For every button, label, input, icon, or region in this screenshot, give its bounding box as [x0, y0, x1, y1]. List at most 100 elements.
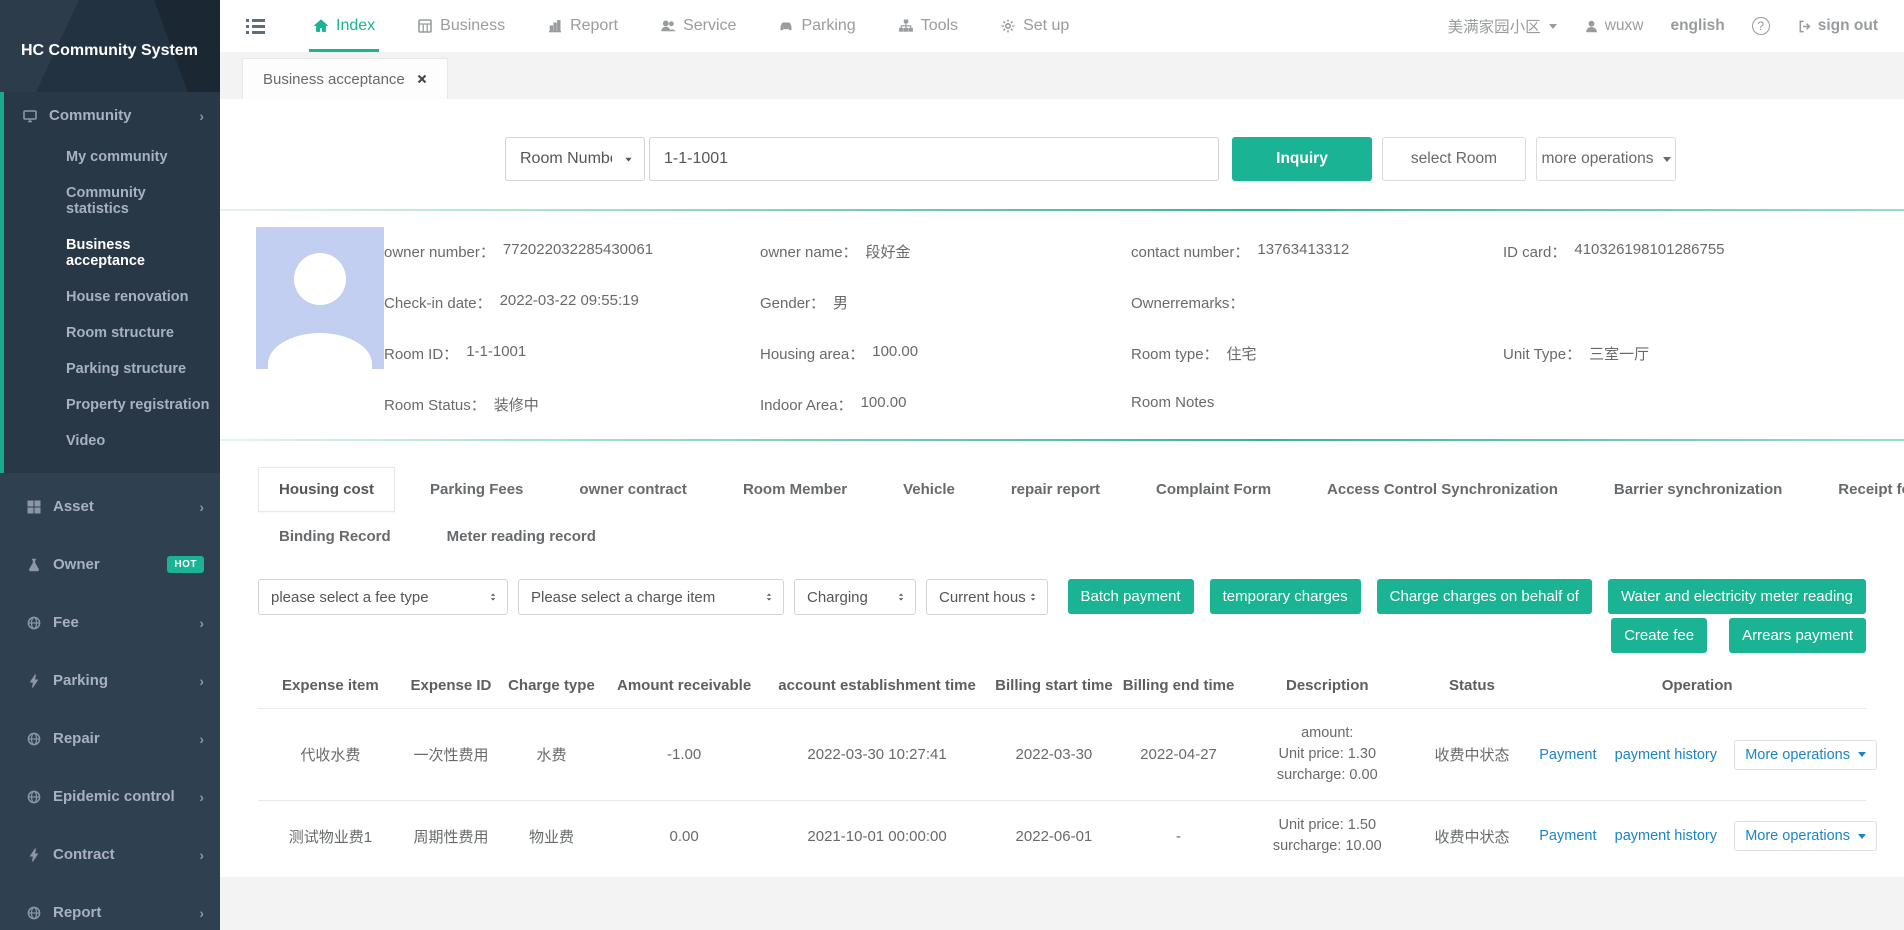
sidebar-item-house-renovation[interactable]: House renovation [4, 279, 220, 315]
charge-on-behalf-button[interactable]: Charge charges on behalf of [1377, 579, 1592, 614]
sidebar-group-repair[interactable]: Repair › [4, 714, 220, 763]
nav-item-business[interactable]: Business [417, 0, 505, 52]
cell-account-time: 2022-03-30 10:27:41 [765, 709, 990, 801]
tab-repair-report[interactable]: repair report [990, 467, 1121, 512]
field-id-card: ID card：410326198101286755 [1503, 241, 1904, 262]
tab-binding-record[interactable]: Binding Record [258, 514, 412, 559]
charging-select[interactable]: Charging [794, 579, 916, 615]
sidebar-section-epidemic: Epidemic control › [0, 772, 220, 821]
sidebar-item-my-community[interactable]: My community [4, 139, 220, 175]
flask-icon [26, 557, 42, 573]
chevron-right-icon: › [199, 789, 204, 805]
nav-item-parking[interactable]: Parking [778, 0, 855, 52]
create-fee-button[interactable]: Create fee [1611, 618, 1707, 653]
payment-link[interactable]: Payment [1539, 828, 1596, 844]
cell-charge-type: 物业费 [499, 801, 604, 872]
top-nav-items: Index Business Report Service Parking [313, 0, 1069, 52]
users-icon [660, 18, 676, 34]
search-category-select[interactable]: Room Number [505, 137, 645, 181]
field-owner-remarks: Ownerremarks： [1131, 292, 1503, 313]
sidebar-item-community-statistics[interactable]: Community statistics [4, 175, 220, 227]
row-more-operations-button[interactable]: More operations [1734, 821, 1877, 851]
sidebar-item-video[interactable]: Video [4, 423, 220, 459]
sidebar-item-business-acceptance[interactable]: Business acceptance [4, 227, 220, 279]
close-icon[interactable] [417, 74, 427, 84]
tab-vehicle[interactable]: Vehicle [882, 467, 976, 512]
sidebar-group-community[interactable]: Community › [4, 92, 220, 139]
row-more-operations-button[interactable]: More operations [1734, 740, 1877, 770]
sidebar-group-contract[interactable]: Contract › [4, 830, 220, 879]
sidebar-item-property-registration[interactable]: Property registration [4, 387, 220, 423]
cell-status: 收费中状态 [1416, 801, 1529, 872]
select-room-button[interactable]: select Room [1382, 137, 1526, 181]
tab-barrier-sync[interactable]: Barrier synchronization [1593, 467, 1803, 512]
sidebar-group-label: Community [49, 107, 132, 124]
col-expense-item: Expense item [258, 669, 403, 709]
cell-expense-id: 周期性费用 [403, 801, 499, 872]
content-panel: Room Number Inquiry select Room more ope… [220, 99, 1904, 877]
tab-room-member[interactable]: Room Member [722, 467, 868, 512]
cell-description: amount: Unit price: 1.30 surcharge: 0.00 [1239, 709, 1416, 801]
tab-housing-cost[interactable]: Housing cost [258, 467, 395, 512]
community-selector[interactable]: 美满家园小区 [1448, 15, 1557, 37]
bolt-icon [26, 847, 42, 863]
language-toggle[interactable]: english [1670, 17, 1724, 35]
charge-item-select[interactable]: Please select a charge item [518, 579, 784, 615]
more-operations-dropdown[interactable]: more operations [1536, 137, 1676, 181]
sidebar-group-label: Repair [53, 730, 100, 747]
payment-history-link[interactable]: payment history [1615, 828, 1717, 844]
detail-tabs-row-1: Housing cost Parking Fees owner contract… [258, 467, 1904, 512]
car-icon [778, 18, 794, 34]
tab-receipt-reprinting[interactable]: Receipt for reprinting [1817, 467, 1904, 512]
section-divider [220, 439, 1904, 441]
nav-item-service[interactable]: Service [660, 0, 736, 52]
payment-link[interactable]: Payment [1539, 747, 1596, 763]
detail-tabs-row-2: Binding Record Meter reading record [258, 514, 1904, 559]
sidebar-group-owner[interactable]: Owner HOT [4, 540, 220, 589]
sidebar-item-parking-structure[interactable]: Parking structure [4, 351, 220, 387]
arrears-payment-button[interactable]: Arrears payment [1729, 618, 1866, 653]
meter-reading-button[interactable]: Water and electricity meter reading [1608, 579, 1866, 614]
updown-icon [487, 591, 499, 603]
user-menu[interactable]: wuxw [1584, 17, 1644, 35]
payment-history-link[interactable]: payment history [1615, 747, 1717, 763]
col-expense-id: Expense ID [403, 669, 499, 709]
sidebar-group-parking[interactable]: Parking › [4, 656, 220, 705]
bolt-icon [26, 673, 42, 689]
table-header-row: Expense item Expense ID Charge type Amou… [258, 669, 1866, 709]
nav-item-set-up[interactable]: Set up [1000, 0, 1069, 52]
tab-complaint-form[interactable]: Complaint Form [1135, 467, 1292, 512]
tab-parking-fees[interactable]: Parking Fees [409, 467, 544, 512]
hot-badge: HOT [167, 556, 204, 573]
tab-meter-reading-record[interactable]: Meter reading record [426, 514, 617, 559]
fee-filter-bar: please select a fee type Please select a… [258, 579, 1866, 653]
cell-billing-start: 2022-03-30 [990, 709, 1119, 801]
temporary-charges-button[interactable]: temporary charges [1210, 579, 1361, 614]
nav-item-index[interactable]: Index [313, 0, 375, 52]
house-select[interactable]: Current house [926, 579, 1048, 615]
sidebar-item-room-structure[interactable]: Room structure [4, 315, 220, 351]
updown-icon [1027, 591, 1039, 603]
tab-access-control-sync[interactable]: Access Control Synchronization [1306, 467, 1579, 512]
signout-button[interactable]: sign out [1797, 17, 1878, 35]
globe-icon [26, 789, 42, 805]
sidebar-section-repair: Repair › [0, 714, 220, 763]
app-title: HC Community System [0, 0, 220, 92]
tab-business-acceptance[interactable]: Business acceptance [242, 58, 448, 99]
sidebar-group-fee[interactable]: Fee › [4, 598, 220, 647]
sidebar-group-asset[interactable]: Asset › [4, 482, 220, 531]
hamburger-menu-button[interactable] [246, 19, 265, 34]
field-unit-type: Unit Type：三室一厅 [1503, 343, 1904, 364]
inquiry-button[interactable]: Inquiry [1232, 137, 1372, 181]
sidebar-group-report[interactable]: Report › [4, 888, 220, 930]
fee-type-select[interactable]: please select a fee type [258, 579, 508, 615]
nav-item-report[interactable]: Report [547, 0, 618, 52]
nav-item-tools[interactable]: Tools [898, 0, 958, 52]
room-number-input[interactable] [649, 137, 1219, 181]
sitemap-icon [898, 18, 914, 34]
caret-down-icon [1663, 157, 1671, 162]
help-button[interactable]: ? [1752, 17, 1770, 35]
batch-payment-button[interactable]: Batch payment [1068, 579, 1194, 614]
sidebar-group-epidemic-control[interactable]: Epidemic control › [4, 772, 220, 821]
tab-owner-contract[interactable]: owner contract [558, 467, 708, 512]
